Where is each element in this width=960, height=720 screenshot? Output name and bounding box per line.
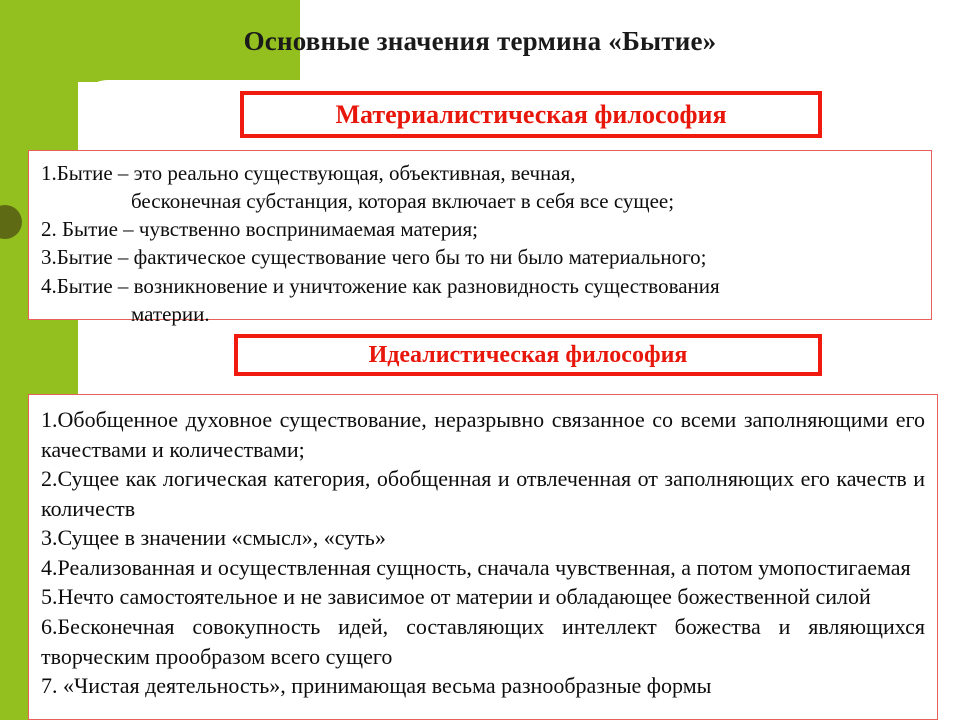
list-item: 3.Бытие – фактическое существование чего… <box>41 245 707 270</box>
banner-materialist-philosophy: Материалистическая философия <box>240 91 822 138</box>
list-item: бесконечная субстанция, которая включает… <box>131 189 675 214</box>
list-item: 3.Сущее в значении «смысл», «суть» <box>41 525 386 551</box>
page-title: Основные значения термина «Бытие» <box>243 26 717 56</box>
list-item: материи. <box>131 301 210 326</box>
banner-idealist-philosophy: Идеалистическая философия <box>234 334 822 376</box>
list-item: 1.Бытие – это реально существующая, объе… <box>41 161 576 185</box>
list-item: 4.Реализованная и осуществленная сущност… <box>41 554 911 580</box>
list-item: 4.Бытие – возникновение и уничтожение ка… <box>41 273 720 298</box>
list-item: 2. Бытие – чувственно воспринимаемая мат… <box>41 217 478 242</box>
banner-materialist-label: Материалистическая философия <box>335 99 727 129</box>
list-item: 6.Бесконечная совокупность идей, составл… <box>41 614 925 669</box>
slide-canvas: Основные значения термина «Бытие» Матери… <box>0 0 960 720</box>
banner-idealist-label: Идеалистическая философия <box>368 341 688 368</box>
list-item: 1.Обобщенное духовное существование, нер… <box>41 407 925 462</box>
list-item: 7. «Чистая деятельность», принимающая ве… <box>41 673 712 699</box>
list-item: 2.Сущее как логическая категория, обобще… <box>41 466 925 521</box>
content-box-idealist: 1.Обобщенное духовное существование, нер… <box>28 394 938 720</box>
content-box-materialist: 1.Бытие – это реально существующая, объе… <box>28 150 932 326</box>
list-item: 5.Нечто самостоятельное и не зависимое о… <box>41 584 871 610</box>
